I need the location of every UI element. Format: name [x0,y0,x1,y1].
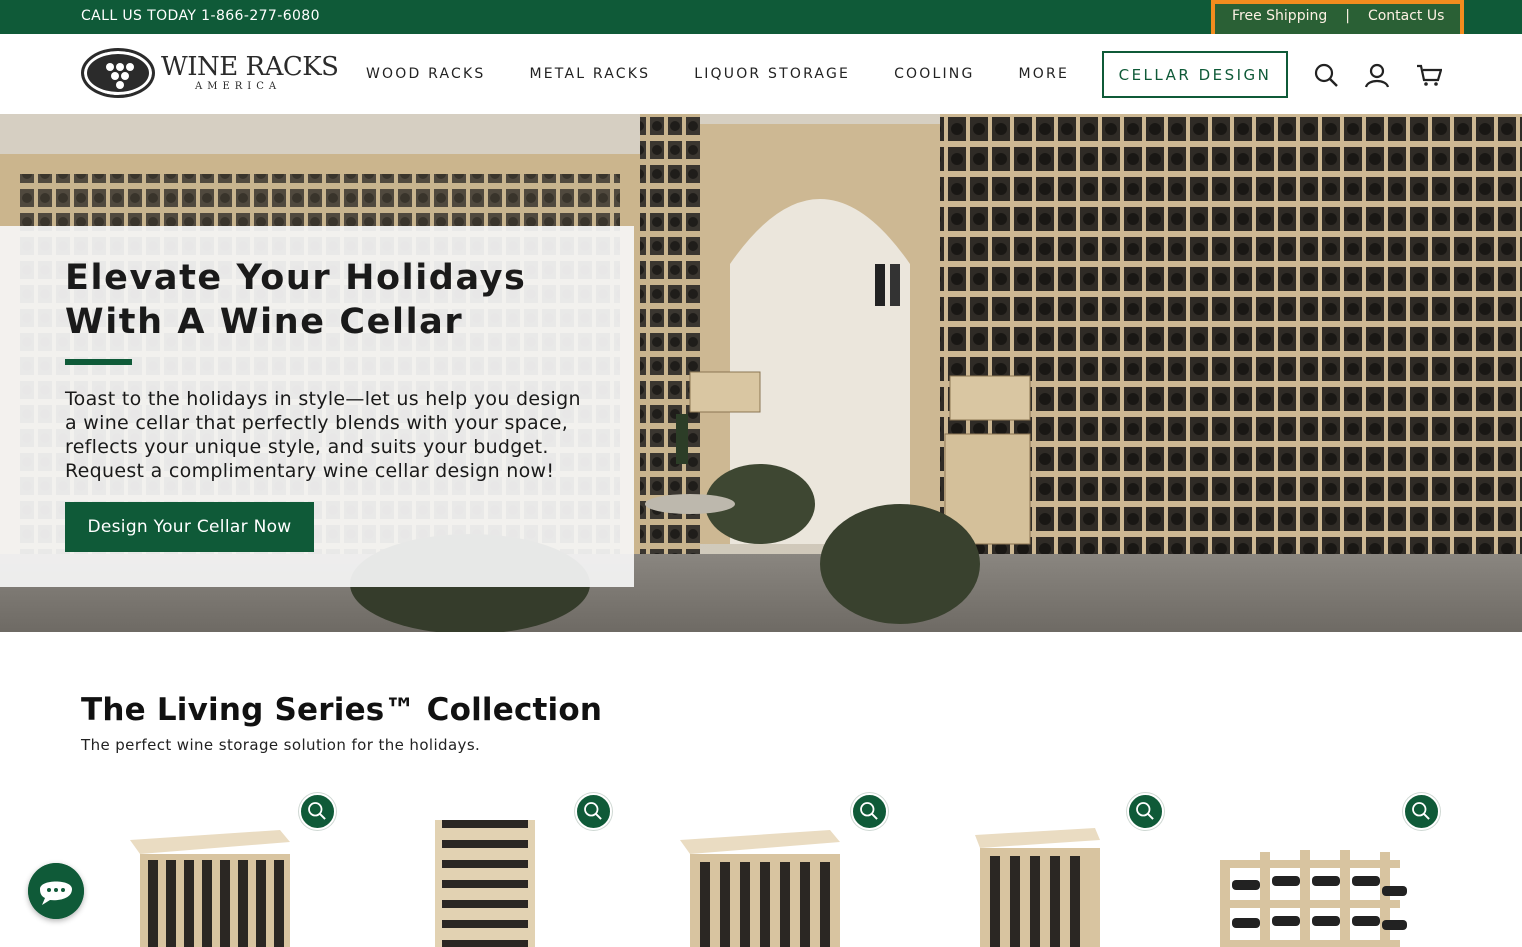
quick-view-icon[interactable] [575,793,612,830]
chat-bubble-icon[interactable] [28,863,84,919]
brand-name: WINE RACKS [161,52,339,82]
nav-more[interactable]: MORE [1019,66,1069,82]
grape-logo-icon [81,48,155,98]
free-shipping-link[interactable]: Free Shipping [1232,8,1327,24]
hero-divider [65,359,132,365]
contact-us-link[interactable]: Contact Us [1368,8,1444,24]
quick-view-icon[interactable] [1403,793,1440,830]
hero-description: Toast to the holidays in style—let us he… [65,388,581,482]
nav-metal-racks[interactable]: METAL RACKS [529,66,650,82]
collection-title: The Living Series™ Collection [81,692,603,728]
hero-banner: Elevate Your Holidays With A Wine Cellar… [0,114,1522,632]
cart-icon[interactable] [1416,62,1442,88]
topbar-separator: | [1345,8,1350,24]
cellar-design-button[interactable]: CELLAR DESIGN [1102,51,1288,98]
account-icon[interactable] [1364,62,1390,88]
brand-subname: AMERICA [195,81,282,92]
design-cellar-button[interactable]: Design Your Cellar Now [65,502,314,552]
main-nav: WOOD RACKS METAL RACKS LIQUOR STORAGE CO… [366,66,1113,82]
collection-subtitle: The perfect wine storage solution for th… [81,736,481,754]
search-icon[interactable] [1313,62,1339,88]
nav-liquor-storage[interactable]: LIQUOR STORAGE [694,66,850,82]
nav-cooling[interactable]: COOLING [894,66,974,82]
nav-wood-racks[interactable]: WOOD RACKS [366,66,485,82]
announcement-bar: CALL US TODAY 1-866-277-6080 Free Shippi… [0,0,1522,34]
phone-callout[interactable]: CALL US TODAY 1-866-277-6080 [81,8,320,24]
site-header: WINE RACKS AMERICA WOOD RACKS METAL RACK… [0,34,1522,114]
quick-view-icon[interactable] [299,793,336,830]
quick-view-icon[interactable] [1127,793,1164,830]
hero-title: Elevate Your Holidays With A Wine Cellar [65,258,527,342]
quick-view-icon[interactable] [851,793,888,830]
topbar-links: Free Shipping | Contact Us [1232,8,1444,24]
brand-logo[interactable]: WINE RACKS AMERICA [81,48,339,98]
hero-content-card: Elevate Your Holidays With A Wine Cellar… [0,226,634,587]
